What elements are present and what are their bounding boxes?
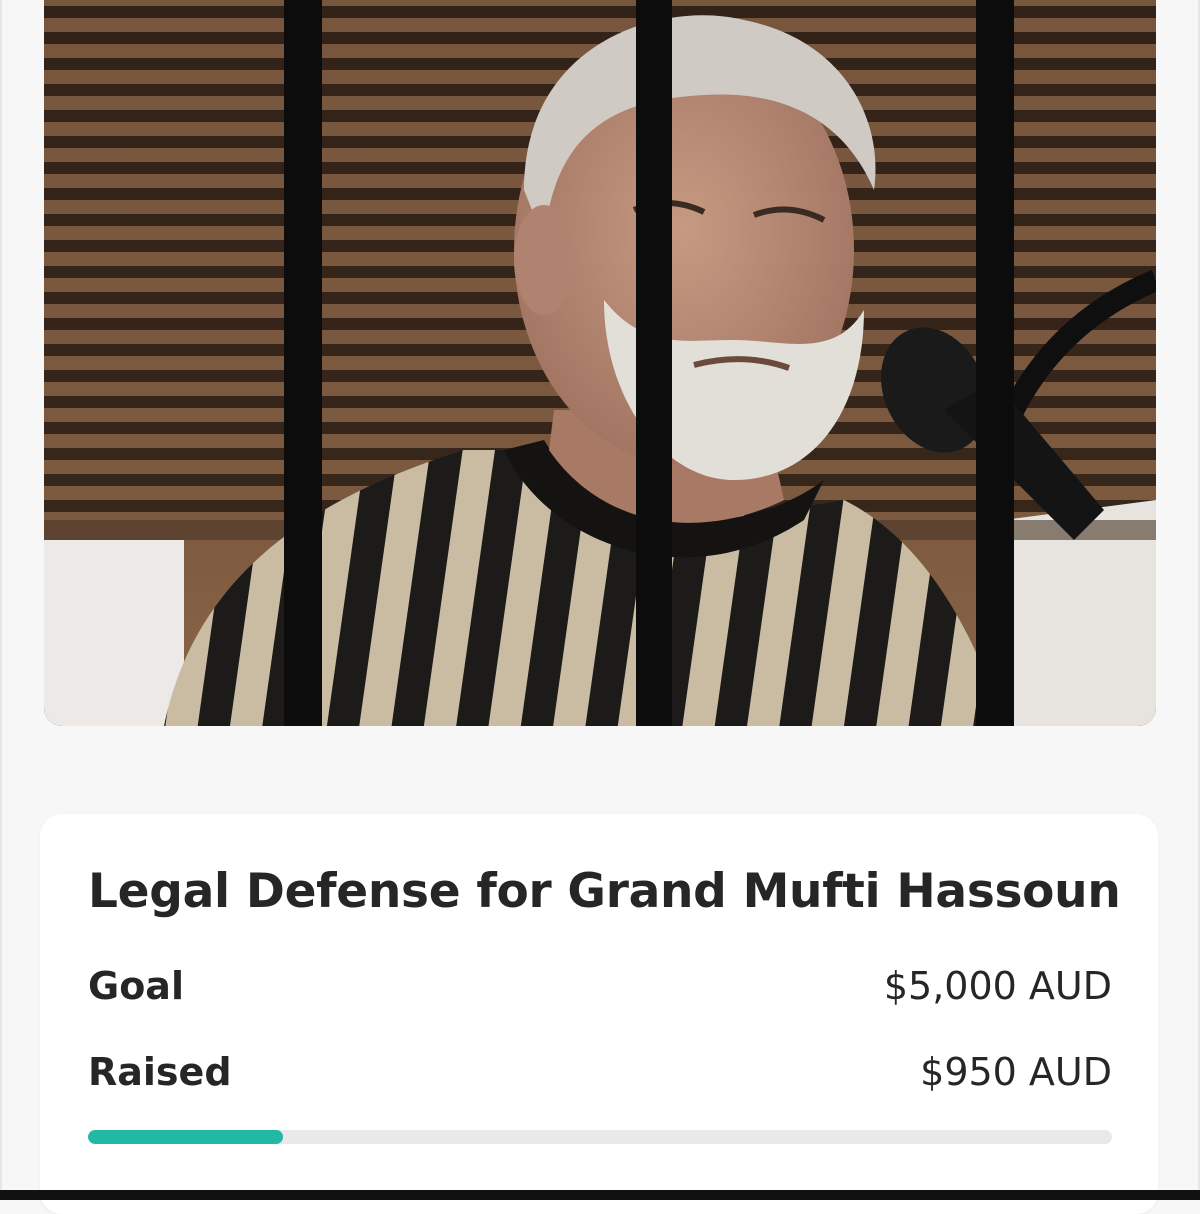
funding-progress-bar xyxy=(88,1130,1112,1144)
raised-amount: $950 AUD xyxy=(920,1050,1112,1094)
campaign-card: Legal Defense for Grand Mufti Hassoun Go… xyxy=(40,814,1158,1214)
prisoner-photo xyxy=(44,0,1156,726)
raised-row: Raised $950 AUD xyxy=(88,1050,1112,1094)
goal-amount: $5,000 AUD xyxy=(883,964,1112,1008)
goal-row: Goal $5,000 AUD xyxy=(88,964,1112,1008)
goal-label: Goal xyxy=(88,964,184,1008)
raised-label: Raised xyxy=(88,1050,232,1094)
campaign-title: Legal Defense for Grand Mufti Hassoun xyxy=(88,864,1121,919)
funding-progress-fill xyxy=(88,1130,283,1144)
bottom-edge-bar xyxy=(0,1190,1200,1200)
campaign-hero-image xyxy=(44,0,1156,726)
